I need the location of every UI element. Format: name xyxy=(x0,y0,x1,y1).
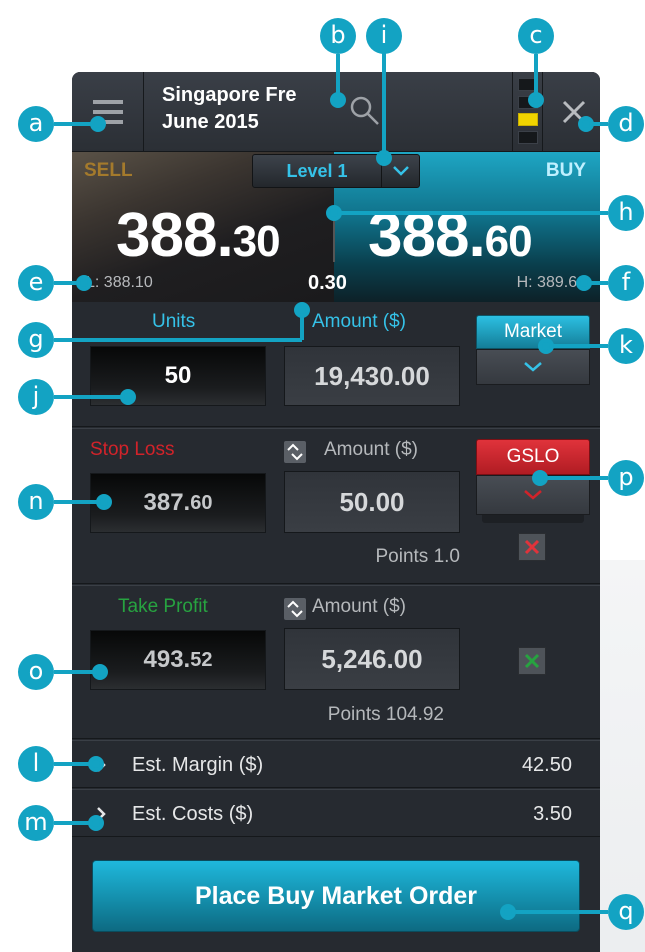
stop-loss-price-input[interactable]: 387. 60 xyxy=(90,473,266,533)
buy-label: BUY xyxy=(545,160,586,181)
remove-stop-loss-button[interactable] xyxy=(518,533,546,561)
up-down-arrows-icon xyxy=(287,443,303,461)
sell-price-fraction: 30 xyxy=(232,217,281,266)
take-profit-amount-label: Amount ($) xyxy=(312,596,406,617)
meter-bar xyxy=(518,130,538,144)
level-dropdown-button[interactable] xyxy=(381,155,419,187)
chevron-down-icon xyxy=(524,490,542,500)
market-name-line2: June 2015 xyxy=(162,111,259,133)
buy-price-main: 388. xyxy=(368,201,486,270)
callout-badge: h xyxy=(608,195,644,231)
chevron-right-icon xyxy=(97,758,106,772)
up-down-arrows-icon xyxy=(287,600,303,618)
est-costs-row[interactable]: Est. Costs ($) 3.50 xyxy=(72,789,600,837)
ticket-header: Singapore Fre June 2015 xyxy=(72,72,600,152)
callout-badge: f xyxy=(608,265,644,301)
search-icon[interactable] xyxy=(348,94,382,128)
callout-badge: b xyxy=(320,18,356,54)
callout-badge: d xyxy=(608,106,644,142)
chevron-down-icon xyxy=(392,166,409,176)
callout-badge: n xyxy=(18,484,54,520)
meter-bar-active xyxy=(518,113,538,127)
gslo-button[interactable]: GSLO xyxy=(476,439,590,475)
header-divider xyxy=(512,72,513,152)
take-profit-points: Points 104.92 xyxy=(327,704,444,725)
callout-badge: c xyxy=(518,18,554,54)
chevron-right-icon xyxy=(97,807,106,821)
meter-bar xyxy=(518,78,538,91)
callout-badge: l xyxy=(18,746,54,782)
remove-take-profit-button[interactable] xyxy=(518,647,546,675)
callout-badge: m xyxy=(18,805,54,841)
callout-badge: g xyxy=(18,322,54,358)
est-margin-value: 42.50 xyxy=(521,754,572,776)
meter-bar xyxy=(518,95,538,109)
stop-loss-points: Points 1.0 xyxy=(375,546,461,567)
callout-badge: a xyxy=(18,106,54,142)
close-icon xyxy=(524,653,540,669)
sell-label: SELL xyxy=(84,160,133,181)
order-type-dropdown[interactable] xyxy=(476,349,590,385)
market-name[interactable]: Singapore Fre June 2015 xyxy=(162,82,296,136)
deal-ticket-panel: Singapore Fre June 2015 SELL BUY Level 1 xyxy=(72,72,600,952)
take-profit-label: Take Profit xyxy=(118,596,208,617)
close-icon xyxy=(524,539,540,555)
buy-price[interactable]: 388.60 xyxy=(368,200,533,271)
sell-price[interactable]: 388.30 xyxy=(116,200,281,271)
toggle-stepper[interactable] xyxy=(284,441,306,463)
callout-badge: q xyxy=(608,894,644,930)
callout-badge: e xyxy=(18,265,54,301)
hamburger-icon xyxy=(92,100,123,124)
toggle-stepper[interactable] xyxy=(284,598,306,620)
low-price: L: 388.10 xyxy=(86,274,153,291)
units-input[interactable]: 50 xyxy=(90,346,266,406)
stop-loss-amount-input[interactable]: 50.00 xyxy=(284,471,460,533)
order-type-button[interactable]: Market xyxy=(476,315,590,349)
chevron-down-icon xyxy=(524,362,542,372)
stop-loss-section: Stop Loss Amount ($) 387. 60 50.00 Points… xyxy=(72,428,600,584)
amount-label: Amount ($) xyxy=(312,311,406,332)
take-profit-price-fraction: 52 xyxy=(190,648,213,671)
units-label: Units xyxy=(152,311,196,332)
stop-type-dropdown[interactable] xyxy=(476,475,590,515)
est-costs-label: Est. Costs ($) xyxy=(132,803,254,825)
callout-badge: k xyxy=(608,328,644,364)
callout-badge: p xyxy=(608,460,644,496)
take-profit-price-main: 493. xyxy=(143,646,191,673)
market-name-line1: Singapore Fre xyxy=(162,84,297,106)
gslo-shadow xyxy=(482,515,584,523)
amount-input[interactable]: 19,430.00 xyxy=(284,346,460,406)
callout-badge: o xyxy=(18,654,54,690)
level-selector[interactable]: Level 1 xyxy=(252,154,420,188)
order-size-section: Units Amount ($) 50 19,430.00 Market xyxy=(72,302,600,427)
level-label: Level 1 xyxy=(286,161,348,181)
close-icon[interactable] xyxy=(558,96,590,128)
liquidity-meter[interactable] xyxy=(518,78,538,144)
price-divider xyxy=(333,218,335,262)
buy-price-fraction: 60 xyxy=(484,217,533,266)
sell-price-main: 388. xyxy=(116,201,234,270)
stop-loss-price-fraction: 60 xyxy=(190,491,213,514)
callout-badge: j xyxy=(18,379,54,415)
menu-button[interactable] xyxy=(72,72,144,152)
price-area: SELL BUY Level 1 388.30 388.60 L: 388.10… xyxy=(72,152,600,302)
est-margin-row[interactable]: Est. Margin ($) 42.50 xyxy=(72,740,600,788)
est-margin-label: Est. Margin ($) xyxy=(132,754,264,776)
take-profit-amount-input[interactable]: 5,246.00 xyxy=(284,628,460,690)
take-profit-section: Take Profit Amount ($) 493. 52 5,246.00 P… xyxy=(72,585,600,739)
high-price: H: 389.60 xyxy=(516,274,586,291)
stop-loss-amount-label: Amount ($) xyxy=(324,439,418,460)
take-profit-price-input[interactable]: 493. 52 xyxy=(90,630,266,690)
spread-value: 0.30 xyxy=(308,272,347,294)
callout-badge: i xyxy=(366,18,402,54)
header-divider xyxy=(542,72,543,152)
est-costs-value: 3.50 xyxy=(533,803,572,825)
place-order-button[interactable]: Place Buy Market Order xyxy=(92,860,580,932)
stop-loss-price-main: 387. xyxy=(143,489,191,516)
stop-loss-label: Stop Loss xyxy=(90,439,175,460)
